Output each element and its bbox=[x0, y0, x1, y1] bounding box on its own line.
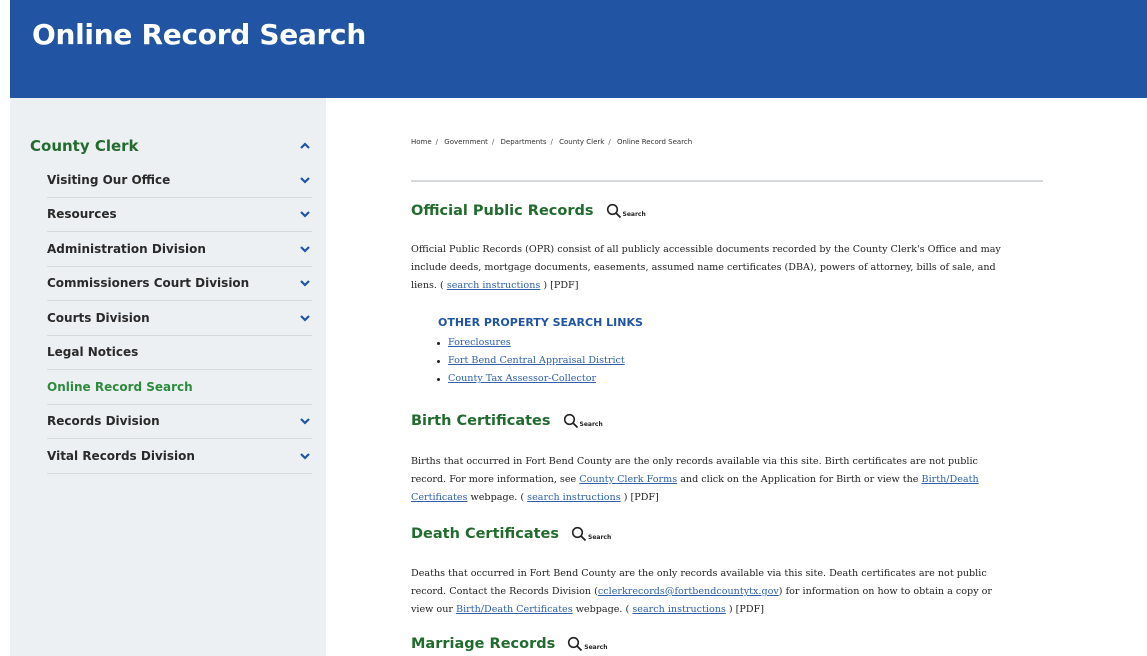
section-title: Death Certificates bbox=[411, 526, 560, 542]
text-fragment: view our bbox=[411, 604, 453, 615]
chevron-up-icon[interactable] bbox=[298, 139, 312, 153]
chevron-down-icon[interactable] bbox=[298, 449, 312, 463]
birth-death-certificates-link[interactable]: Certificates bbox=[411, 492, 467, 503]
sidebar-item-visiting-our-office[interactable]: Visiting Our Office bbox=[47, 163, 312, 198]
text-fragment: webpage. ( bbox=[470, 492, 525, 503]
text-fragment: ) [PDF] bbox=[623, 492, 659, 503]
chevron-down-icon[interactable] bbox=[298, 207, 312, 221]
sidebar-list: Visiting Our Office Resources Administra… bbox=[47, 163, 312, 474]
search-icon bbox=[606, 203, 621, 219]
sidebar-item-resources[interactable]: Resources bbox=[47, 198, 312, 232]
text-fragment: and click on the Application for Birth o… bbox=[680, 474, 919, 485]
sidebar-heading-county-clerk[interactable]: County Clerk bbox=[30, 134, 312, 158]
section-birth-certificates: Birth Certificates Search bbox=[411, 413, 603, 429]
sidebar-item-vital-records-division[interactable]: Vital Records Division bbox=[47, 439, 312, 474]
search-label: Search bbox=[588, 534, 612, 541]
section-marriage-records: Marriage Records Search bbox=[411, 636, 607, 652]
text-fragment: record. For more information, see bbox=[411, 474, 577, 485]
sidebar-item-legal-notices[interactable]: Legal Notices bbox=[47, 336, 312, 370]
sidebar-item-label: Administration Division bbox=[47, 241, 206, 256]
sidebar-item-label: Commissioners Court Division bbox=[47, 276, 250, 291]
text-line: Deaths that occurred in Fort Bend County… bbox=[411, 568, 987, 579]
birth-death-link[interactable]: Birth/Death bbox=[922, 474, 979, 485]
section-official-public-records: Official Public Records Search bbox=[411, 203, 646, 219]
breadcrumb-departments[interactable]: Departments bbox=[501, 138, 547, 146]
opr-search-instructions-link[interactable]: search instructions bbox=[447, 280, 540, 291]
sidebar-item-label: Records Division bbox=[47, 414, 160, 429]
sidebar-item-administration-division[interactable]: Administration Division bbox=[47, 232, 312, 267]
foreclosures-link[interactable]: Foreclosures bbox=[448, 334, 511, 352]
page-title: Online Record Search bbox=[32, 18, 366, 51]
sidebar-item-label: Resources bbox=[47, 207, 117, 222]
breadcrumb-current: Online Record Search bbox=[616, 138, 693, 146]
appraisal-district-link[interactable]: Fort Bend Central Appraisal District bbox=[448, 352, 625, 370]
list-item: Foreclosures bbox=[437, 334, 625, 352]
breadcrumb-government[interactable]: Government bbox=[444, 138, 488, 146]
sidebar-item-courts-division[interactable]: Courts Division bbox=[47, 301, 312, 336]
text-line: Official Public Records (OPR) consist of… bbox=[411, 244, 1001, 255]
tax-assessor-link[interactable]: County Tax Assessor-Collector bbox=[448, 370, 596, 388]
text-fragment: liens. ( bbox=[411, 280, 444, 291]
marriage-search-button[interactable]: Search bbox=[567, 636, 607, 652]
sidebar-item-label: Courts Division bbox=[47, 310, 150, 325]
sidebar-item-online-record-search[interactable]: Online Record Search bbox=[47, 370, 312, 405]
search-label: Search bbox=[584, 644, 608, 651]
search-label: Search bbox=[622, 211, 646, 218]
sidebar: County Clerk Visiting Our Office Resourc… bbox=[10, 98, 326, 656]
opr-description: Official Public Records (OPR) consist of… bbox=[411, 241, 1059, 295]
other-property-links-list: Foreclosures Fort Bend Central Appraisal… bbox=[437, 334, 625, 388]
sidebar-item-label: Visiting Our Office bbox=[47, 172, 171, 187]
list-item: Fort Bend Central Appraisal District bbox=[437, 352, 625, 370]
section-title: Marriage Records bbox=[411, 636, 556, 652]
birth-search-instructions-link[interactable]: search instructions bbox=[527, 492, 620, 503]
sidebar-item-commissioners-court-division[interactable]: Commissioners Court Division bbox=[47, 267, 312, 301]
chevron-down-icon[interactable] bbox=[298, 276, 312, 290]
text-line: include deeds, mortgage documents, easem… bbox=[411, 262, 996, 273]
sidebar-item-records-division[interactable]: Records Division bbox=[47, 405, 312, 439]
section-title: Official Public Records bbox=[411, 203, 594, 219]
search-icon bbox=[563, 413, 578, 429]
text-line: Births that occurred in Fort Bend County… bbox=[411, 456, 978, 467]
breadcrumb-home[interactable]: Home bbox=[411, 138, 432, 146]
birth-description: Births that occurred in Fort Bend County… bbox=[411, 453, 1059, 507]
text-fragment: record. Contact the Records Division ( bbox=[411, 586, 598, 597]
sidebar-item-label: Vital Records Division bbox=[47, 448, 195, 463]
breadcrumb: Home / Government / Departments / County Cl… bbox=[411, 138, 693, 146]
sidebar-item-label: Online Record Search bbox=[47, 379, 193, 394]
text-fragment: ) [PDF] bbox=[543, 280, 579, 291]
text-fragment: webpage. ( bbox=[575, 604, 630, 615]
opr-search-button[interactable]: Search bbox=[606, 203, 646, 219]
chevron-down-icon[interactable] bbox=[298, 311, 312, 325]
breadcrumb-county-clerk[interactable]: County Clerk bbox=[559, 138, 604, 146]
chevron-down-icon[interactable] bbox=[298, 173, 312, 187]
death-search-button[interactable]: Search bbox=[571, 526, 611, 542]
sidebar-item-label: Legal Notices bbox=[47, 345, 139, 360]
search-label: Search bbox=[579, 421, 603, 428]
text-fragment: ) for information on how to obtain a cop… bbox=[778, 586, 993, 597]
text-fragment: ) [PDF] bbox=[728, 604, 764, 615]
list-item: County Tax Assessor-Collector bbox=[437, 370, 625, 388]
other-property-links-heading: OTHER PROPERTY SEARCH LINKS bbox=[438, 316, 643, 329]
chevron-down-icon[interactable] bbox=[298, 414, 312, 428]
page-banner: Online Record Search bbox=[10, 0, 1147, 98]
county-clerk-forms-link[interactable]: County Clerk Forms bbox=[579, 474, 677, 485]
divider bbox=[411, 180, 1043, 182]
birth-search-button[interactable]: Search bbox=[563, 413, 603, 429]
section-title: Birth Certificates bbox=[411, 413, 551, 429]
death-search-instructions-link[interactable]: search instructions bbox=[632, 604, 725, 615]
search-icon bbox=[571, 526, 587, 542]
section-death-certificates: Death Certificates Search bbox=[411, 526, 611, 542]
death-birth-death-certificates-link[interactable]: Birth/Death Certificates bbox=[456, 604, 573, 615]
search-icon bbox=[568, 636, 583, 652]
chevron-down-icon[interactable] bbox=[298, 242, 312, 256]
records-email-link[interactable]: cclerkrecords@fortbendcountytx.gov bbox=[598, 586, 779, 597]
death-description: Deaths that occurred in Fort Bend County… bbox=[411, 565, 1059, 619]
sidebar-heading-label: County Clerk bbox=[30, 137, 139, 155]
